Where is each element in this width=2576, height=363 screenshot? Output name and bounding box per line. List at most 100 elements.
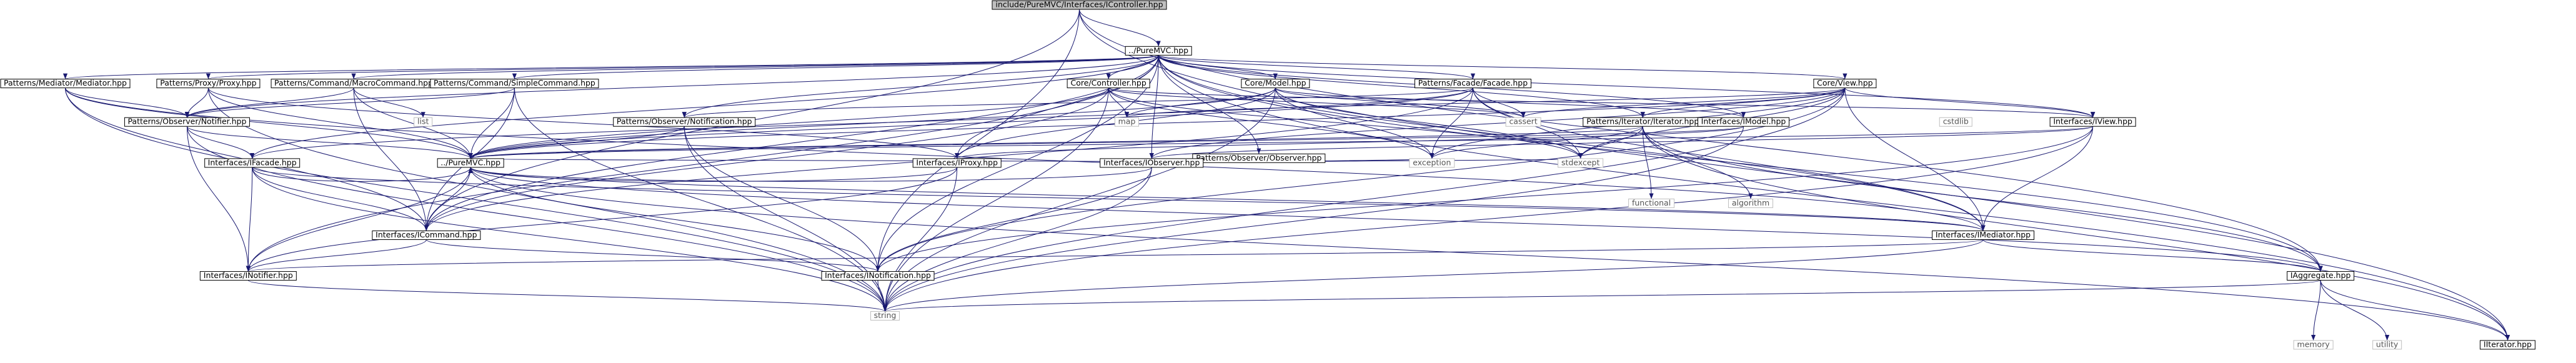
include-dependency-graph: include/PureMVC/Interfaces/IController.h… — [0, 0, 2536, 350]
node-model[interactable]: Core/Model.hpp — [1241, 78, 1310, 89]
node-facade[interactable]: Patterns/Facade/Facade.hpp — [1414, 78, 1531, 89]
edge-facade-to-exception — [1430, 87, 1473, 159]
edge-puremvc_top-to-facade — [1158, 54, 1475, 80]
edge-iview-to-imediator — [1981, 126, 2094, 231]
node-label: Patterns/Mediator/Mediator.hpp — [4, 78, 127, 87]
edge-proxy-to-observernotifier — [184, 87, 209, 118]
node-label: stdexcept — [1561, 157, 1599, 167]
node-string: string — [870, 311, 900, 321]
node-label: ../PureMVC.hpp — [1128, 46, 1188, 55]
node-notification[interactable]: Patterns/Observer/Notification.hpp — [613, 117, 756, 127]
edge-macrocommand-to-icommand — [353, 87, 429, 231]
node-label: cassert — [1509, 117, 1537, 126]
edge-imediator-to-inotifier — [246, 239, 1984, 272]
node-label: Patterns/Observer/Observer.hpp — [1196, 153, 1321, 162]
edge-puremvc_top-to-proxy — [206, 54, 1159, 80]
node-algorithm: algorithm — [1728, 198, 1774, 208]
edge-puremvc_top-to-mediator — [63, 54, 1159, 80]
edge-simplecommand-to-observernotifier — [185, 87, 515, 118]
node-label: map — [1118, 117, 1136, 126]
edge-simplecommand-to-puremvc_mid — [468, 87, 515, 159]
node-exception: exception — [1409, 157, 1455, 168]
node-label: list — [417, 117, 429, 126]
node-icommand[interactable]: Interfaces/ICommand.hpp — [372, 230, 481, 240]
edge-iview-to-string — [883, 126, 2094, 312]
edge-proxy-to-iproxy — [207, 87, 960, 159]
node-imodel[interactable]: Interfaces/IModel.hpp — [1698, 117, 1790, 127]
node-proxy[interactable]: Patterns/Proxy/Proxy.hpp — [156, 78, 261, 89]
node-label: Interfaces/IObserver.hpp — [1103, 157, 1200, 167]
edge-imediator-to-string — [883, 239, 1984, 312]
node-label: include/PureMVC/Interfaces/IController.h… — [995, 0, 1163, 9]
node-iiterator[interactable]: IIterator.hpp — [2480, 339, 2536, 350]
node-mediator[interactable]: Patterns/Mediator/Mediator.hpp — [0, 78, 131, 89]
node-ifacade[interactable]: Interfaces/IFacade.hpp — [204, 157, 301, 168]
node-label: Core/View.hpp — [1817, 78, 1872, 87]
node-simplecommand[interactable]: Patterns/Command/SimpleCommand.hpp — [430, 78, 599, 89]
node-macrocommand[interactable]: Patterns/Command/MacroCommand.hpp — [271, 78, 437, 89]
node-label: Patterns/Command/MacroCommand.hpp — [274, 78, 433, 87]
node-controller[interactable]: Core/Controller.hpp — [1067, 78, 1150, 89]
edge-macrocommand-to-observernotifier — [184, 87, 354, 118]
edge-observernotifier-to-puremvc_mid — [186, 126, 473, 159]
node-inotification[interactable]: Interfaces/INotification.hpp — [821, 271, 935, 281]
node-imediator[interactable]: Interfaces/IMediator.hpp — [1932, 230, 2035, 240]
node-label: cstdlib — [1943, 117, 1969, 126]
node-stdexcept: stdexcept — [1558, 157, 1604, 168]
node-label: exception — [1413, 157, 1451, 167]
node-label: Interfaces/ICommand.hpp — [375, 230, 477, 239]
node-label: Core/Model.hpp — [1245, 78, 1306, 87]
node-iobserver[interactable]: Interfaces/IObserver.hpp — [1100, 157, 1204, 168]
edge-iview-to-inotification — [875, 126, 2094, 272]
edge-puremvc_top-to-iterator — [1158, 55, 1645, 118]
node-label: IIterator.hpp — [2484, 339, 2532, 349]
node-iterator[interactable]: Patterns/Iterator/Iterator.hpp — [1583, 117, 1703, 127]
node-iview[interactable]: Interfaces/IView.hpp — [2049, 117, 2136, 127]
node-inotifier[interactable]: Interfaces/INotifier.hpp — [199, 271, 297, 281]
node-label: memory — [2297, 339, 2330, 349]
edge-imediator-to-iaggregate — [1982, 239, 2323, 272]
node-iaggregate[interactable]: IAggregate.hpp — [2287, 271, 2355, 281]
node-label: ../PureMVC.hpp — [440, 157, 500, 167]
edge-iiterator-to-puremvc_mid — [468, 167, 2509, 341]
edge-icommand-to-inotification — [425, 239, 880, 272]
node-label: Patterns/Proxy/Proxy.hpp — [160, 78, 256, 87]
node-label: algorithm — [1732, 198, 1769, 207]
edge-mediator-to-imediator — [65, 87, 1986, 231]
edge-icommand-to-inotifier — [246, 239, 427, 272]
edge-ifacade-to-imediator — [252, 167, 1986, 231]
edge-iobserver-to-string — [882, 167, 1152, 312]
node-puremvc-mid[interactable]: ../PureMVC.hpp — [437, 157, 504, 168]
edge-puremvc_top-to-macrocommand — [352, 54, 1159, 80]
node-label: Patterns/Command/SimpleCommand.hpp — [434, 78, 595, 87]
node-list: list — [414, 117, 433, 127]
node-observer[interactable]: Patterns/Observer/Observer.hpp — [1192, 153, 1326, 163]
edge-iproxy-to-puremvc_mid — [468, 167, 958, 182]
edge-ifacade-to-inotifier — [246, 167, 253, 272]
node-label: Interfaces/IFacade.hpp — [208, 157, 297, 167]
node-label: Interfaces/IModel.hpp — [1701, 117, 1786, 126]
edge-macrocommand-to-list — [353, 87, 425, 118]
node-label: Interfaces/INotifier.hpp — [204, 271, 293, 280]
node-memory: memory — [2293, 339, 2334, 350]
node-label: Interfaces/IMediator.hpp — [1936, 230, 2031, 239]
node-view[interactable]: Core/View.hpp — [1813, 78, 1877, 89]
node-label: Patterns/Iterator/Iterator.hpp — [1586, 117, 1699, 126]
node-label: Interfaces/IProxy.hpp — [916, 157, 998, 167]
edge-iaggregate-to-puremvc_mid — [468, 167, 2321, 272]
node-functional: functional — [1628, 198, 1675, 208]
node-cassert: cassert — [1505, 117, 1541, 127]
edge-iproxy-to-inotifier — [246, 167, 958, 272]
node-iproxy[interactable]: Interfaces/IProxy.hpp — [912, 157, 1002, 168]
node-label: Interfaces/INotification.hpp — [825, 271, 931, 280]
node-cstdlib: cstdlib — [1939, 117, 1972, 127]
dependency-edges — [63, 9, 2510, 341]
node-observernotifier[interactable]: Patterns/Observer/Notifier.hpp — [124, 117, 250, 127]
dependency-nodes: include/PureMVC/Interfaces/IController.h… — [0, 0, 2536, 350]
node-label: Core/Controller.hpp — [1071, 78, 1146, 87]
edge-iaggregate-to-string — [883, 280, 2321, 312]
node-puremvc-top[interactable]: ../PureMVC.hpp — [1125, 46, 1192, 56]
node-icontroller[interactable]: include/PureMVC/Interfaces/IController.h… — [992, 0, 1167, 10]
edge-icontroller-to-puremvc_top — [1079, 9, 1161, 47]
node-utility: utility — [2372, 339, 2402, 350]
